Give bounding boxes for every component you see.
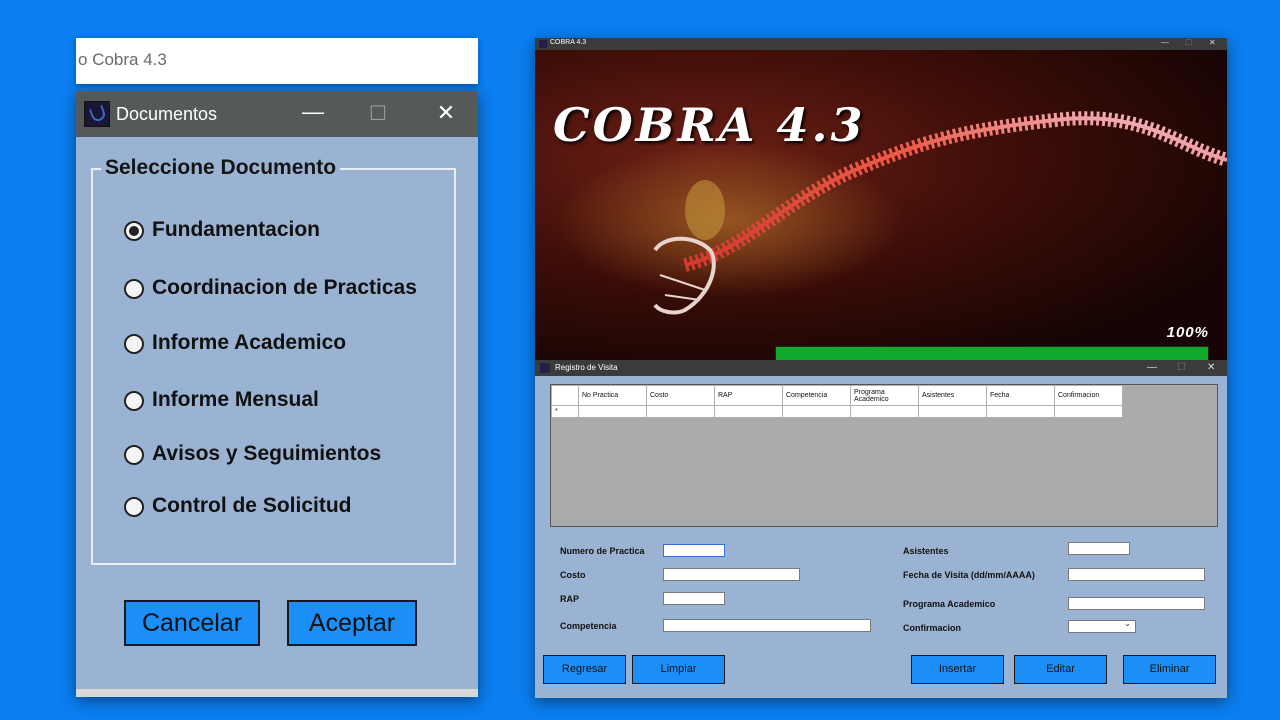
chevron-down-icon[interactable]: ⌄ bbox=[1124, 619, 1131, 628]
regresar-button[interactable]: Regresar bbox=[543, 655, 626, 684]
asistentes-label: Asistentes bbox=[903, 546, 949, 556]
radio-button-icon[interactable] bbox=[124, 279, 144, 299]
registro-titlebar: Registro de Visita — ☐ ✕ bbox=[535, 360, 1227, 376]
numero-practica-label: Numero de Practica bbox=[560, 546, 645, 556]
competencia-label: Competencia bbox=[560, 621, 617, 631]
eliminar-button[interactable]: Eliminar bbox=[1123, 655, 1216, 684]
registro-title: Registro de Visita bbox=[555, 363, 618, 372]
visitas-data-grid[interactable]: No Practica Costo RAP Competencia Progra… bbox=[550, 384, 1218, 527]
radio-label[interactable]: Informe Academico bbox=[152, 331, 346, 355]
minimize-icon[interactable]: — bbox=[1147, 362, 1157, 373]
background-window-title: o Cobra 4.3 bbox=[78, 50, 167, 69]
maximize-icon[interactable]: ☐ bbox=[1185, 38, 1192, 47]
radio-button-icon[interactable] bbox=[124, 221, 144, 241]
programa-academico-label: Programa Academico bbox=[903, 599, 996, 609]
column-header[interactable]: Competencia bbox=[782, 385, 851, 406]
limpiar-button[interactable]: Limpiar bbox=[632, 655, 725, 684]
asistentes-input[interactable] bbox=[1068, 542, 1130, 555]
column-header[interactable]: No Practica bbox=[578, 385, 647, 406]
numero-practica-input[interactable] bbox=[663, 544, 725, 557]
radio-button-icon[interactable] bbox=[124, 497, 144, 517]
rap-input[interactable] bbox=[663, 592, 725, 605]
radio-label[interactable]: Fundamentacion bbox=[152, 218, 320, 242]
progress-percent-label: 100% bbox=[1166, 324, 1209, 341]
column-header[interactable]: RAP bbox=[714, 385, 783, 406]
snake-skeleton-illustration bbox=[535, 50, 1227, 360]
grid-table: No Practica Costo RAP Competencia Progra… bbox=[551, 385, 1123, 418]
group-label: Seleccione Documento bbox=[101, 156, 341, 180]
table-row[interactable]: * bbox=[551, 405, 1123, 418]
programa-academico-input[interactable] bbox=[1068, 597, 1205, 610]
window-bottom-edge bbox=[76, 689, 478, 697]
row-header-corner bbox=[551, 385, 579, 406]
fecha-visita-input[interactable] bbox=[1068, 568, 1205, 581]
radio-label[interactable]: Control de Solicitud bbox=[152, 494, 352, 518]
minimize-icon[interactable]: — bbox=[1161, 38, 1169, 47]
cobra-app-icon bbox=[539, 40, 547, 48]
costo-input[interactable] bbox=[663, 568, 800, 581]
background-window-titlebar: o Cobra 4.3 bbox=[76, 38, 478, 84]
grid-header-row: No Practica Costo RAP Competencia Progra… bbox=[551, 385, 1123, 406]
costo-label: Costo bbox=[560, 570, 586, 580]
close-icon[interactable]: ✕ bbox=[431, 102, 461, 124]
cobra-app-icon bbox=[84, 101, 110, 127]
column-header[interactable]: Fecha bbox=[986, 385, 1055, 406]
cobra-window-title: COBRA 4.3 bbox=[550, 39, 587, 46]
competencia-input[interactable] bbox=[663, 619, 871, 632]
cobra-window: COBRA 4.3 — ☐ ✕ COBRA 4.3 100% Registro … bbox=[535, 38, 1227, 698]
grid-cell[interactable] bbox=[850, 405, 919, 418]
close-icon[interactable]: ✕ bbox=[1207, 362, 1215, 373]
column-header[interactable]: Confirmacion bbox=[1054, 385, 1123, 406]
splash-image: COBRA 4.3 100% bbox=[535, 50, 1227, 360]
close-icon[interactable]: ✕ bbox=[1209, 38, 1216, 47]
grid-cell[interactable] bbox=[578, 405, 647, 418]
confirmacion-label: Confirmacion bbox=[903, 623, 962, 633]
accept-button[interactable]: Aceptar bbox=[287, 600, 417, 646]
radio-label[interactable]: Informe Mensual bbox=[152, 388, 319, 412]
splash-title: COBRA 4.3 bbox=[553, 98, 866, 152]
confirmacion-dropdown[interactable]: ⌄ bbox=[1068, 619, 1136, 633]
loading-progress-bar bbox=[775, 346, 1209, 360]
editar-button[interactable]: Editar bbox=[1014, 655, 1107, 684]
maximize-icon[interactable]: ☐ bbox=[363, 103, 393, 125]
grid-cell[interactable] bbox=[782, 405, 851, 418]
new-row-marker: * bbox=[551, 405, 579, 418]
grid-cell[interactable] bbox=[646, 405, 715, 418]
radio-button-icon[interactable] bbox=[124, 445, 144, 465]
documentos-title: Documentos bbox=[116, 104, 218, 124]
grid-cell[interactable] bbox=[918, 405, 987, 418]
documentos-titlebar: Documentos — ☐ ✕ bbox=[76, 91, 478, 137]
radio-button-icon[interactable] bbox=[124, 391, 144, 411]
minimize-icon[interactable]: — bbox=[298, 101, 328, 123]
radio-label[interactable]: Avisos y Seguimientos bbox=[152, 442, 381, 466]
radio-label[interactable]: Coordinacion de Practicas bbox=[152, 276, 417, 300]
radio-button-icon[interactable] bbox=[124, 334, 144, 354]
column-header[interactable]: Programa Academico bbox=[850, 385, 919, 406]
column-header[interactable]: Asistentes bbox=[918, 385, 987, 406]
rap-label: RAP bbox=[560, 594, 580, 604]
insertar-button[interactable]: Insertar bbox=[911, 655, 1004, 684]
cobra-titlebar: COBRA 4.3 — ☐ ✕ bbox=[535, 38, 1227, 50]
cancel-button[interactable]: Cancelar bbox=[124, 600, 260, 646]
fecha-visita-label: Fecha de Visita (dd/mm/AAAA) bbox=[903, 570, 1035, 580]
maximize-icon[interactable]: ☐ bbox=[1177, 362, 1186, 373]
documentos-window: Documentos — ☐ ✕ Seleccione Documento Fu… bbox=[76, 91, 478, 697]
grid-cell[interactable] bbox=[714, 405, 783, 418]
grid-cell[interactable] bbox=[986, 405, 1055, 418]
column-header[interactable]: Costo bbox=[646, 385, 715, 406]
grid-cell[interactable] bbox=[1054, 405, 1123, 418]
cobra-app-icon bbox=[540, 363, 550, 373]
progress-fill bbox=[776, 347, 1208, 360]
